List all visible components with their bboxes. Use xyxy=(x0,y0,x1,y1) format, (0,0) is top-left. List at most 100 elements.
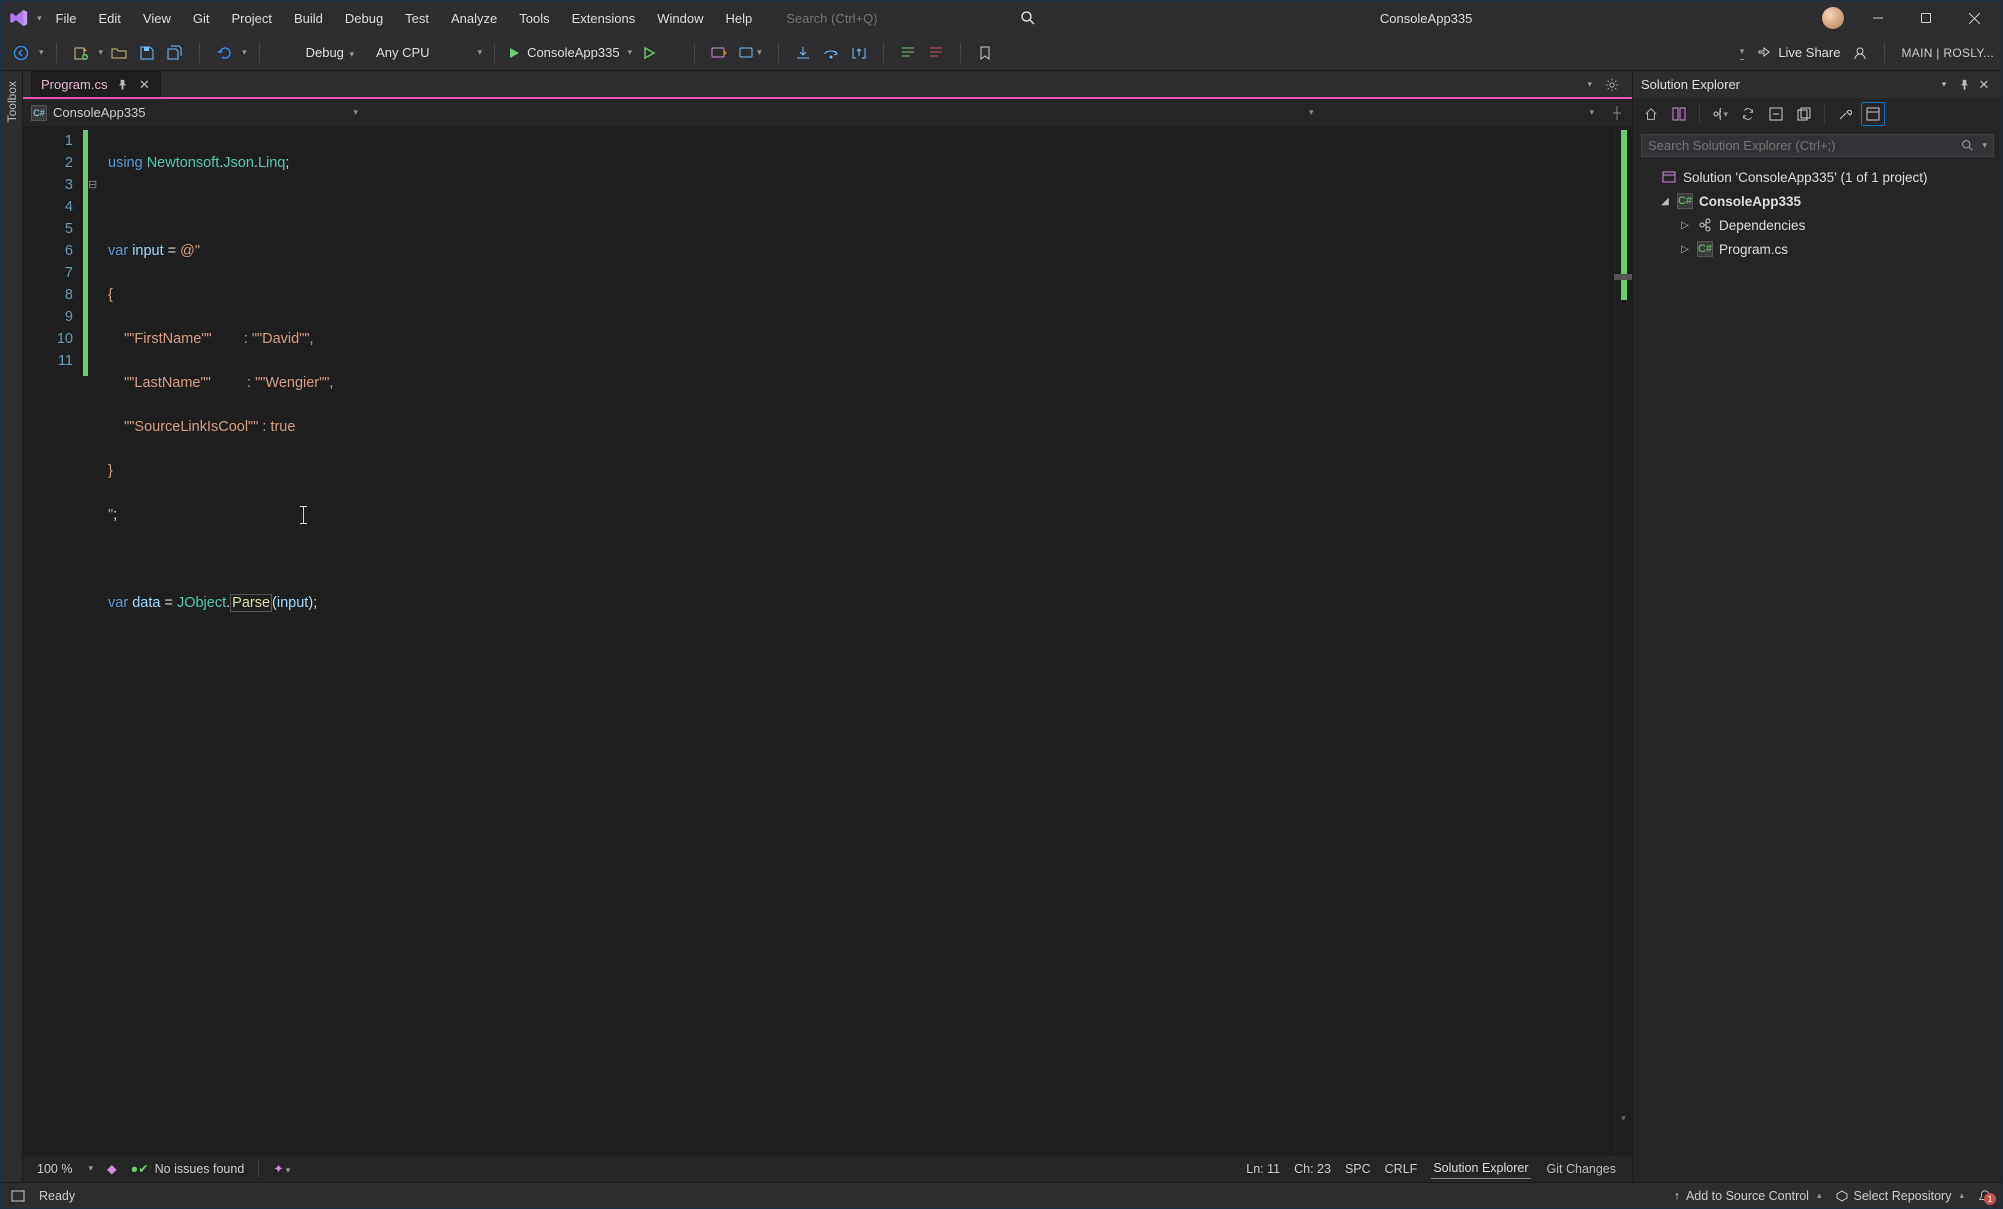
nav-back-button[interactable] xyxy=(9,40,33,66)
caret-char[interactable]: Ch: 23 xyxy=(1294,1162,1331,1176)
open-file-button[interactable] xyxy=(107,40,131,66)
solution-config-dropdown[interactable]: Debug ▾ xyxy=(302,45,358,60)
feedback-button[interactable] xyxy=(1852,45,1868,61)
split-editor-icon[interactable] xyxy=(1610,106,1624,120)
panel-tab-git-changes[interactable]: Git Changes xyxy=(1545,1159,1618,1179)
tree-expand-icon[interactable]: ▷ xyxy=(1679,220,1691,231)
tab-close-icon[interactable]: ✕ xyxy=(137,78,151,92)
tabs-settings-icon[interactable] xyxy=(1600,74,1624,96)
panel-pin-icon[interactable] xyxy=(1954,75,1974,95)
zoom-level[interactable]: 100 % xyxy=(37,1162,72,1176)
menu-file[interactable]: File xyxy=(46,5,87,32)
window-maximize-button[interactable] xyxy=(1904,1,1948,35)
panel-views-dropdown-icon[interactable]: ▾ xyxy=(1934,75,1954,95)
menu-view[interactable]: View xyxy=(133,5,181,32)
undo-dropdown-icon[interactable]: ▾ xyxy=(242,47,247,58)
tree-expand-icon[interactable]: ▷ xyxy=(1679,244,1691,255)
indent-mode[interactable]: SPC xyxy=(1345,1162,1371,1176)
search-input[interactable] xyxy=(786,11,926,26)
menu-window[interactable]: Window xyxy=(647,5,713,32)
start-debug-button[interactable]: ConsoleApp335 xyxy=(507,45,620,60)
menu-test[interactable]: Test xyxy=(395,5,439,32)
output-icon[interactable] xyxy=(11,1189,25,1203)
switch-views-button[interactable] xyxy=(1667,102,1691,126)
tree-solution-node[interactable]: Solution 'ConsoleApp335' (1 of 1 project… xyxy=(1639,165,1996,189)
show-all-files-button[interactable] xyxy=(1792,102,1816,126)
new-item-button[interactable] xyxy=(69,40,93,66)
platform-dropdown-icon[interactable]: ▾ xyxy=(478,47,483,58)
user-avatar[interactable] xyxy=(1822,7,1844,29)
properties-button[interactable] xyxy=(1833,102,1857,126)
tree-collapse-icon[interactable]: ◢ xyxy=(1659,196,1671,207)
home-button[interactable] xyxy=(1639,102,1663,126)
collapse-all-button[interactable] xyxy=(1764,102,1788,126)
preview-button[interactable] xyxy=(1861,102,1885,126)
solution-search-input[interactable] xyxy=(1648,138,1955,153)
panel-close-icon[interactable]: ✕ xyxy=(1974,75,1994,95)
logo-dropdown-icon[interactable]: ▾ xyxy=(37,13,42,24)
intellicode-icon[interactable]: ✦▾ xyxy=(273,1161,290,1176)
step-over-button[interactable] xyxy=(819,40,843,66)
nav-project-dropdown[interactable]: C# ConsoleApp335 xyxy=(31,105,146,121)
menu-analyze[interactable]: Analyze xyxy=(441,5,507,32)
uncomment-button[interactable] xyxy=(924,40,948,66)
sync-button[interactable] xyxy=(1736,102,1760,126)
notifications-button[interactable]: 1 xyxy=(1978,1189,1992,1203)
toolbox-tab[interactable]: Toolbox xyxy=(3,77,21,126)
tree-project-node[interactable]: ◢ C# ConsoleApp335 xyxy=(1639,189,1996,213)
bookmark-button[interactable] xyxy=(973,40,997,66)
undo-button[interactable] xyxy=(212,40,236,66)
save-all-button[interactable] xyxy=(163,40,187,66)
comment-button[interactable] xyxy=(896,40,920,66)
solution-platform-dropdown[interactable]: Any CPU xyxy=(372,45,433,60)
step-into-button[interactable] xyxy=(791,40,815,66)
start-no-debug-button[interactable] xyxy=(642,46,656,60)
search-icon[interactable] xyxy=(1961,139,1974,152)
toolbar-overflow-icon[interactable]: ▾ xyxy=(1740,46,1745,60)
search-box[interactable] xyxy=(778,8,934,29)
code-content[interactable]: using Newtonsoft.Json.Linq; var input = … xyxy=(102,126,1614,1154)
start-debug-dropdown-icon[interactable]: ▾ xyxy=(628,47,633,58)
fold-gutter[interactable]: ⊟ xyxy=(88,126,102,1154)
menu-edit[interactable]: Edit xyxy=(88,5,130,32)
browser-link-button[interactable]: ▾ xyxy=(735,40,766,66)
health-indicator-icon[interactable]: ◆ xyxy=(107,1161,117,1176)
tabs-overflow-icon[interactable]: ▾ xyxy=(1587,79,1592,90)
menu-build[interactable]: Build xyxy=(284,5,333,32)
caret-line[interactable]: Ln: 11 xyxy=(1246,1162,1280,1176)
solution-search-box[interactable]: ▾ xyxy=(1641,134,1994,157)
new-item-dropdown-icon[interactable]: ▾ xyxy=(99,47,104,58)
step-out-button[interactable] xyxy=(847,40,871,66)
live-share-button[interactable]: Live Share xyxy=(1756,45,1840,61)
select-repository-button[interactable]: Select Repository ▴ xyxy=(1836,1189,1965,1203)
tab-pin-icon[interactable] xyxy=(115,78,129,92)
tree-program-cs-node[interactable]: ▷ C# Program.cs xyxy=(1639,237,1996,261)
window-minimize-button[interactable] xyxy=(1856,1,1900,35)
search-options-icon[interactable]: ▾ xyxy=(1982,140,1987,151)
code-editor[interactable]: 123 456 789 1011 ⊟ using Newtonsoft.Json… xyxy=(23,126,1632,1154)
menu-tools[interactable]: Tools xyxy=(509,5,559,32)
save-button[interactable] xyxy=(135,40,159,66)
window-close-button[interactable] xyxy=(1952,1,1996,35)
menu-git[interactable]: Git xyxy=(183,5,220,32)
search-icon[interactable] xyxy=(1018,8,1038,28)
nav-back-dropdown-icon[interactable]: ▾ xyxy=(39,47,44,58)
tree-dependencies-node[interactable]: ▷ Dependencies xyxy=(1639,213,1996,237)
nav-project-caret-icon[interactable]: ▾ xyxy=(354,107,359,118)
tab-program-cs[interactable]: Program.cs ✕ xyxy=(31,71,161,98)
scroll-down-icon[interactable]: ▾ xyxy=(1615,1113,1632,1124)
panel-tab-solution-explorer[interactable]: Solution Explorer xyxy=(1431,1158,1530,1179)
menu-project[interactable]: Project xyxy=(221,5,281,32)
nav-member-caret-icon[interactable]: ▾ xyxy=(1309,107,1314,118)
menu-help[interactable]: Help xyxy=(715,5,762,32)
git-branch-indicator[interactable]: MAIN | ROSLY... xyxy=(1901,46,1994,60)
hot-reload-button[interactable] xyxy=(707,40,731,66)
nav-scope-caret-icon[interactable]: ▾ xyxy=(1589,107,1594,118)
zoom-dropdown-icon[interactable]: ▾ xyxy=(88,1163,93,1174)
pending-changes-filter-button[interactable]: ▾ xyxy=(1708,102,1732,126)
issues-indicator[interactable]: ●✔ No issues found xyxy=(131,1161,245,1176)
eol-mode[interactable]: CRLF xyxy=(1385,1162,1418,1176)
menu-extensions[interactable]: Extensions xyxy=(562,5,646,32)
overview-ruler[interactable]: ▴ ▾ xyxy=(1614,126,1632,1154)
menu-debug[interactable]: Debug xyxy=(335,5,393,32)
